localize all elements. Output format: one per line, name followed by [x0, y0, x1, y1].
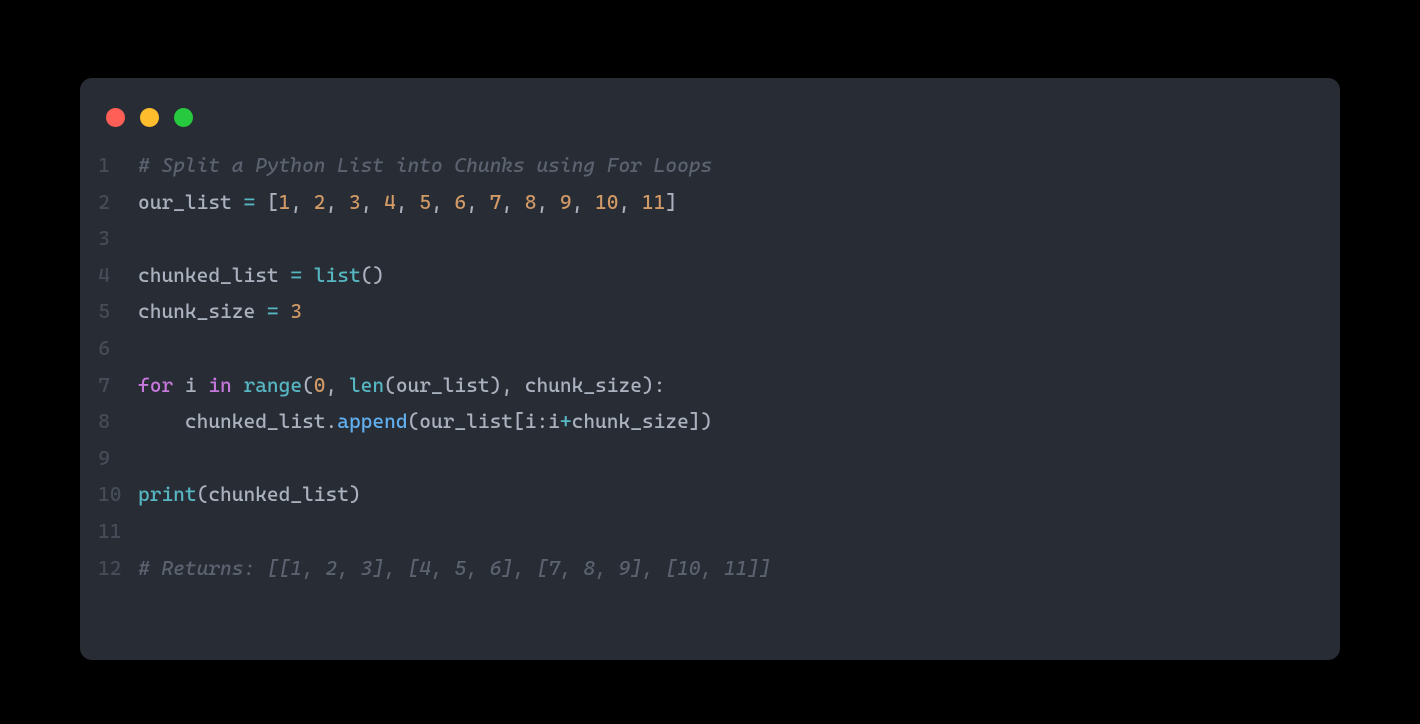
token-txt: chunk_size])	[572, 409, 713, 433]
token-txt: ,	[326, 373, 349, 397]
token-num: 4	[384, 190, 396, 214]
code-line: 6	[98, 330, 1340, 367]
token-txt: ,	[572, 190, 595, 214]
code-window: 1# Split a Python List into Chunks using…	[80, 78, 1340, 660]
line-content: print(chunked_list)	[138, 476, 361, 513]
token-txt: ,	[466, 190, 489, 214]
token-num: 3	[349, 190, 361, 214]
token-txt: chunk_size	[138, 299, 267, 323]
token-txt: ()	[361, 263, 384, 287]
window-titlebar	[80, 108, 1340, 147]
maximize-icon[interactable]	[174, 108, 193, 127]
token-bi: list	[314, 263, 361, 287]
token-num: 7	[490, 190, 502, 214]
token-num: 1	[279, 190, 291, 214]
token-fn: append	[337, 409, 407, 433]
line-content: # Split a Python List into Chunks using …	[138, 147, 712, 184]
token-num: 6	[454, 190, 466, 214]
token-bi: len	[349, 373, 384, 397]
code-line: 12# Returns: [[1, 2, 3], [4, 5, 6], [7, …	[98, 550, 1340, 587]
close-icon[interactable]	[106, 108, 125, 127]
token-txt: (chunked_list)	[197, 482, 361, 506]
line-number: 12	[98, 550, 138, 587]
token-num: 8	[525, 190, 537, 214]
line-content	[138, 440, 150, 477]
code-line: 2our_list = [1, 2, 3, 4, 5, 6, 7, 8, 9, …	[98, 184, 1340, 221]
line-number: 1	[98, 147, 138, 184]
line-number: 6	[98, 330, 138, 367]
line-content: for i in range(0, len(our_list), chunk_s…	[138, 367, 665, 404]
token-op: =	[290, 263, 302, 287]
token-txt: ,	[290, 190, 313, 214]
token-txt: (our_list[i:i	[408, 409, 560, 433]
line-content	[138, 330, 150, 367]
token-txt: ,	[361, 190, 384, 214]
code-line: 3	[98, 220, 1340, 257]
line-content: chunk_size = 3	[138, 293, 302, 330]
token-num: 0	[314, 373, 326, 397]
token-bi: range	[243, 373, 302, 397]
token-num: 3	[290, 299, 302, 323]
token-txt: (our_list), chunk_size):	[384, 373, 665, 397]
token-op: =	[267, 299, 279, 323]
code-line: 9	[98, 440, 1340, 477]
line-number: 3	[98, 220, 138, 257]
token-txt: ,	[431, 190, 454, 214]
code-line: 5chunk_size = 3	[98, 293, 1340, 330]
line-number: 2	[98, 184, 138, 221]
token-num: 10	[595, 190, 618, 214]
token-txt: ,	[618, 190, 641, 214]
token-txt: [	[255, 190, 278, 214]
token-cmt: # Returns: [[1, 2, 3], [4, 5, 6], [7, 8,…	[138, 556, 771, 580]
line-content	[138, 220, 150, 257]
line-number: 7	[98, 367, 138, 404]
code-line: 1# Split a Python List into Chunks using…	[98, 147, 1340, 184]
token-bi: print	[138, 482, 197, 506]
token-txt	[302, 263, 314, 287]
line-content	[138, 513, 150, 550]
token-kw: for	[138, 373, 173, 397]
token-num: 9	[560, 190, 572, 214]
line-number: 10	[98, 476, 138, 513]
line-number: 5	[98, 293, 138, 330]
minimize-icon[interactable]	[140, 108, 159, 127]
token-txt	[279, 299, 291, 323]
token-cmt: # Split a Python List into Chunks using …	[138, 153, 712, 177]
token-txt: our_list	[138, 190, 243, 214]
code-line: 11	[98, 513, 1340, 550]
token-txt: (	[302, 373, 314, 397]
token-txt: i	[173, 373, 208, 397]
token-txt	[232, 373, 244, 397]
token-txt: chunked_list.	[138, 409, 337, 433]
token-op: +	[560, 409, 572, 433]
token-txt: ,	[501, 190, 524, 214]
token-op: =	[243, 190, 255, 214]
line-content: # Returns: [[1, 2, 3], [4, 5, 6], [7, 8,…	[138, 550, 771, 587]
line-number: 8	[98, 403, 138, 440]
line-content: our_list = [1, 2, 3, 4, 5, 6, 7, 8, 9, 1…	[138, 184, 677, 221]
line-number: 9	[98, 440, 138, 477]
token-txt: ]	[665, 190, 677, 214]
code-block: 1# Split a Python List into Chunks using…	[80, 147, 1340, 586]
code-line: 4chunked_list = list()	[98, 257, 1340, 294]
line-number: 4	[98, 257, 138, 294]
token-num: 2	[314, 190, 326, 214]
token-kw: in	[208, 373, 231, 397]
line-content: chunked_list = list()	[138, 257, 384, 294]
token-txt: ,	[396, 190, 419, 214]
code-line: 7for i in range(0, len(our_list), chunk_…	[98, 367, 1340, 404]
line-content: chunked_list.append(our_list[i:i+chunk_s…	[138, 403, 712, 440]
code-line: 10print(chunked_list)	[98, 476, 1340, 513]
token-num: 11	[642, 190, 665, 214]
token-txt: chunked_list	[138, 263, 290, 287]
line-number: 11	[98, 513, 138, 550]
code-line: 8 chunked_list.append(our_list[i:i+chunk…	[98, 403, 1340, 440]
token-num: 5	[419, 190, 431, 214]
token-txt: ,	[536, 190, 559, 214]
token-txt: ,	[326, 190, 349, 214]
